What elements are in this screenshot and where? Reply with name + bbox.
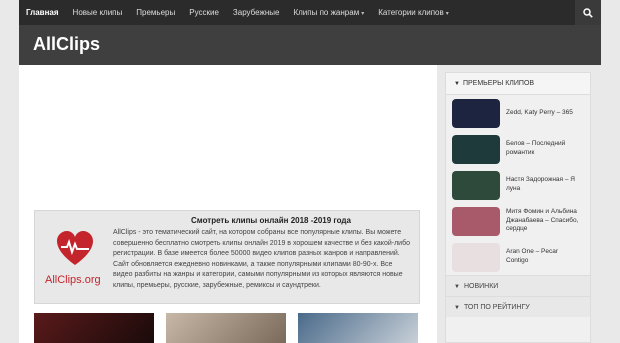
nav-item-label: Категории клипов: [378, 8, 444, 17]
clip-thumbnail[interactable]: [452, 242, 500, 272]
nav-item[interactable]: Русские: [182, 0, 226, 25]
premiere-item[interactable]: Митя Фомин и Альбина Джанабаева – Спасиб…: [446, 203, 590, 239]
premiere-item[interactable]: Настя Задорожная – Я луна: [446, 167, 590, 203]
nav-item-label: Зарубежные: [232, 8, 280, 17]
clip-title[interactable]: Настя Задорожная – Я луна: [506, 176, 580, 194]
search-icon: [583, 7, 593, 18]
triangle-right-icon: ▼: [454, 305, 460, 311]
site-description-box: AllClips.org Смотреть клипы онлайн 2018 …: [34, 210, 420, 304]
nav-item[interactable]: Клипы по жанрам ▾: [286, 0, 371, 25]
heart-logo-icon: [57, 231, 93, 265]
chevron-down-icon: ▾: [361, 11, 365, 17]
chevron-down-icon: ▾: [445, 11, 449, 17]
sidebar-tab-label: Новинки: [463, 283, 499, 290]
brand-text[interactable]: AllClips.org: [45, 274, 101, 286]
premiere-item[interactable]: Zedd, Katy Perry – 365: [446, 95, 590, 131]
triangle-down-icon: ▼: [454, 81, 460, 87]
clip-thumbnail[interactable]: [452, 170, 500, 200]
nav-item[interactable]: Премьеры: [129, 0, 182, 25]
clip-thumbnail[interactable]: [452, 98, 500, 128]
clip-card[interactable]: [298, 313, 418, 343]
info-title: Смотреть клипы онлайн 2018 -2019 года: [191, 216, 351, 225]
nav-item[interactable]: Главная: [19, 0, 66, 25]
search-button[interactable]: [575, 0, 601, 25]
clip-title[interactable]: Белов – Последний романтик: [506, 140, 580, 158]
clip-thumbnail[interactable]: [452, 206, 500, 236]
clip-title[interactable]: Митя Фомин и Альбина Джанабаева – Спасиб…: [506, 208, 580, 234]
sidebar-header[interactable]: ▼ Премьеры клипов: [446, 73, 590, 95]
site-header: AllClips: [19, 25, 601, 65]
nav-item-label: Клипы по жанрам: [293, 8, 360, 17]
clip-card[interactable]: [34, 313, 154, 343]
sidebar-tabs: ▼ Новинки ▼ Топ по рейтингу: [446, 275, 590, 317]
sidebar-tab-label: Топ по рейтингу: [463, 304, 530, 311]
nav-item-label: Русские: [189, 8, 219, 17]
nav-item-label: Премьеры: [136, 8, 176, 17]
nav-item[interactable]: Зарубежные: [226, 0, 287, 25]
site-logo[interactable]: AllClips: [33, 34, 100, 55]
triangle-right-icon: ▼: [454, 284, 460, 290]
info-text: AllClips - это тематический сайт, на кот…: [113, 229, 410, 289]
nav-item-label: Главная: [26, 8, 59, 17]
nav-item[interactable]: Новые клипы: [66, 0, 130, 25]
sidebar: ▼ Премьеры клипов Zedd, Katy Perry – 365 Б…: [445, 72, 591, 343]
clip-title[interactable]: Zedd, Katy Perry – 365: [506, 109, 580, 118]
sidebar-tab[interactable]: ▼ Новинки: [446, 275, 590, 296]
clip-thumbnail[interactable]: [452, 134, 500, 164]
premiere-list: Zedd, Katy Perry – 365 Белов – Последний …: [446, 95, 590, 275]
sidebar-header-label: Премьеры клипов: [462, 80, 535, 87]
top-nav: Главная Новые клипы Премьеры Русские Зарубеж…: [19, 0, 601, 25]
premiere-item[interactable]: Aran One – Pecar Contigo: [446, 239, 590, 275]
sidebar-tab[interactable]: ▼ Топ по рейтингу: [446, 296, 590, 317]
premiere-item[interactable]: Белов – Последний романтик: [446, 131, 590, 167]
nav-item[interactable]: Категории клипов ▾: [371, 0, 456, 25]
clip-card[interactable]: [166, 313, 286, 343]
clip-title[interactable]: Aran One – Pecar Contigo: [506, 248, 580, 266]
nav-item-label: Новые клипы: [72, 8, 123, 17]
